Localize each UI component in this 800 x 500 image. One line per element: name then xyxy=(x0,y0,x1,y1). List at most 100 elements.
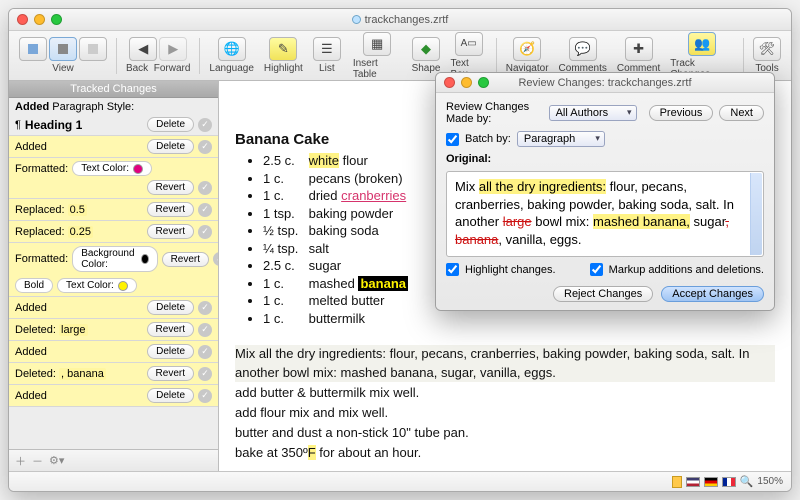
highlight-changes-checkbox[interactable] xyxy=(446,263,459,276)
orig-highlight-1: all the dry ingredients: xyxy=(479,179,606,194)
statusbar: 🔍 150% xyxy=(9,471,791,491)
view-mode-grid-button[interactable] xyxy=(49,37,77,61)
accept-check-icon[interactable]: ✓ xyxy=(198,203,212,217)
list-label: List xyxy=(319,63,335,74)
batch-by-checkbox[interactable] xyxy=(446,133,459,146)
accept-check-icon[interactable]: ✓ xyxy=(198,140,212,154)
revert-button[interactable]: Revert xyxy=(147,224,194,239)
delete-button[interactable]: Delete xyxy=(147,300,194,315)
batch-by-select[interactable]: Paragraph xyxy=(517,131,605,147)
made-by-label: Review Changes Made by: xyxy=(446,101,543,125)
language-label: Language xyxy=(209,63,254,74)
sidebar-item[interactable]: Formatted:Background Color:Revert✓BoldTe… xyxy=(9,243,218,297)
accept-changes-button[interactable]: Accept Changes xyxy=(661,286,764,302)
revert-button[interactable]: Revert xyxy=(162,252,209,267)
track-changes-button[interactable]: 👥 xyxy=(688,32,716,56)
sidebar-item[interactable]: Added Paragraph Style:¶Heading 1Delete✓ xyxy=(9,98,218,136)
titlebar: trackchanges.zrtf xyxy=(9,9,791,31)
accept-check-icon[interactable]: ✓ xyxy=(198,181,212,195)
document-proxy-icon xyxy=(352,15,361,24)
accept-check-icon[interactable]: ✓ xyxy=(198,389,212,403)
original-text-box: Mix all the dry ingredients: flour, peca… xyxy=(446,171,764,257)
next-button[interactable]: Next xyxy=(719,105,764,121)
batch-by-label: Batch by: xyxy=(465,133,511,145)
markup-checkbox[interactable] xyxy=(590,263,603,276)
comments-button[interactable]: 💬 xyxy=(569,37,597,61)
paragraph-style-icon: ¶ xyxy=(15,119,21,131)
flag-fr-icon[interactable] xyxy=(722,477,736,487)
forward-button[interactable]: ▶ xyxy=(159,37,187,61)
accept-check-icon[interactable]: ✓ xyxy=(198,323,212,337)
original-scrollbar[interactable] xyxy=(750,173,762,255)
sidebar-title: Tracked Changes xyxy=(9,81,218,98)
recipe-step: add butter & buttermilk mix well. xyxy=(235,384,775,402)
accept-check-icon[interactable]: ✓ xyxy=(198,301,212,315)
sidebar-list: Added Paragraph Style:¶Heading 1Delete✓A… xyxy=(9,98,218,449)
accept-check-icon[interactable]: ✓ xyxy=(198,367,212,381)
sidebar-item[interactable]: Deleted: largeRevert✓ xyxy=(9,319,218,341)
language-button[interactable]: 🌐 xyxy=(218,37,246,61)
insert-table-button[interactable]: ▦ xyxy=(363,32,391,56)
reject-changes-button[interactable]: Reject Changes xyxy=(553,286,653,302)
sidebar-item[interactable]: Deleted: , bananaRevert✓ xyxy=(9,363,218,385)
accept-check-icon[interactable]: ✓ xyxy=(198,118,212,132)
status-doc-icon xyxy=(672,476,682,488)
list-button[interactable]: ☰ xyxy=(313,37,341,61)
review-changes-panel: Review Changes: trackchanges.zrtf Review… xyxy=(435,72,775,311)
highlight-button[interactable]: ✎ xyxy=(269,37,297,61)
author-select[interactable]: All Authors xyxy=(549,105,637,121)
accept-check-icon[interactable]: ✓ xyxy=(198,225,212,239)
remove-item-button[interactable]: － xyxy=(32,453,43,469)
tracked-changes-sidebar: Tracked Changes Added Paragraph Style:¶H… xyxy=(9,81,219,471)
flag-de-icon[interactable] xyxy=(704,477,718,487)
sidebar-item[interactable]: AddedDelete✓ xyxy=(9,297,218,319)
delete-button[interactable]: Delete xyxy=(147,388,194,403)
comment-button[interactable]: ✚ xyxy=(625,37,653,61)
back-button[interactable]: ◀ xyxy=(129,37,157,61)
navigator-button[interactable]: 🧭 xyxy=(513,37,541,61)
original-label: Original: xyxy=(446,153,764,165)
orig-deleted-1: large xyxy=(503,214,532,229)
review-title: Review Changes: trackchanges.zrtf xyxy=(436,77,774,89)
review-titlebar[interactable]: Review Changes: trackchanges.zrtf xyxy=(436,73,774,93)
sidebar-item[interactable]: Formatted:Text Color:Revert✓ xyxy=(9,158,218,199)
zoom-icon[interactable]: 🔍 xyxy=(740,475,754,488)
delete-button[interactable]: Delete xyxy=(147,117,194,132)
orig-highlight-2: mashed banana, xyxy=(593,214,690,229)
add-item-button[interactable]: ＋ xyxy=(15,453,26,469)
sidebar-settings-button[interactable]: ⚙▾ xyxy=(49,454,64,467)
tools-button[interactable]: 🛠 xyxy=(753,37,781,61)
window-title-text: trackchanges.zrtf xyxy=(365,14,449,26)
sidebar-item[interactable]: AddedDelete✓ xyxy=(9,136,218,158)
insert-table-label: Insert Table xyxy=(353,58,402,80)
sidebar-footer: ＋ － ⚙▾ xyxy=(9,449,218,471)
revert-button[interactable]: Revert xyxy=(147,322,194,337)
view-mode-page-button[interactable] xyxy=(79,37,107,61)
back-label: Back xyxy=(126,63,148,74)
view-mode-thumb-button[interactable] xyxy=(19,37,47,61)
ingredient-item: 1 c. buttermilk xyxy=(263,310,775,328)
revert-button[interactable]: Revert xyxy=(147,180,194,195)
window-title: trackchanges.zrtf xyxy=(9,14,791,26)
sidebar-item[interactable]: Replaced: 0.25Revert✓ xyxy=(9,221,218,243)
recipe-steps: Mix all the dry ingredients: flour, peca… xyxy=(235,345,775,462)
zoom-level[interactable]: 150% xyxy=(757,476,783,487)
accept-check-icon[interactable]: ✓ xyxy=(198,345,212,359)
revert-button[interactable]: Revert xyxy=(147,202,194,217)
accept-check-icon[interactable]: ✓ xyxy=(213,252,218,266)
view-group: View xyxy=(15,37,111,74)
delete-button[interactable]: Delete xyxy=(147,344,194,359)
sidebar-item[interactable]: AddedDelete✓ xyxy=(9,385,218,407)
markup-label: Markup additions and deletions. xyxy=(609,264,764,276)
previous-button[interactable]: Previous xyxy=(649,105,714,121)
sidebar-item[interactable]: AddedDelete✓ xyxy=(9,341,218,363)
text-box-button[interactable]: A▭ xyxy=(455,32,483,56)
sidebar-item[interactable]: Replaced: 0.5Revert✓ xyxy=(9,199,218,221)
flag-us-icon[interactable] xyxy=(686,477,700,487)
delete-button[interactable]: Delete xyxy=(147,139,194,154)
highlight-changes-label: Highlight changes. xyxy=(465,264,556,276)
revert-button[interactable]: Revert xyxy=(147,366,194,381)
highlight-label: Highlight xyxy=(264,63,303,74)
recipe-step: add flour mix and mix well. xyxy=(235,404,775,422)
shape-button[interactable]: ◆ xyxy=(412,37,440,61)
